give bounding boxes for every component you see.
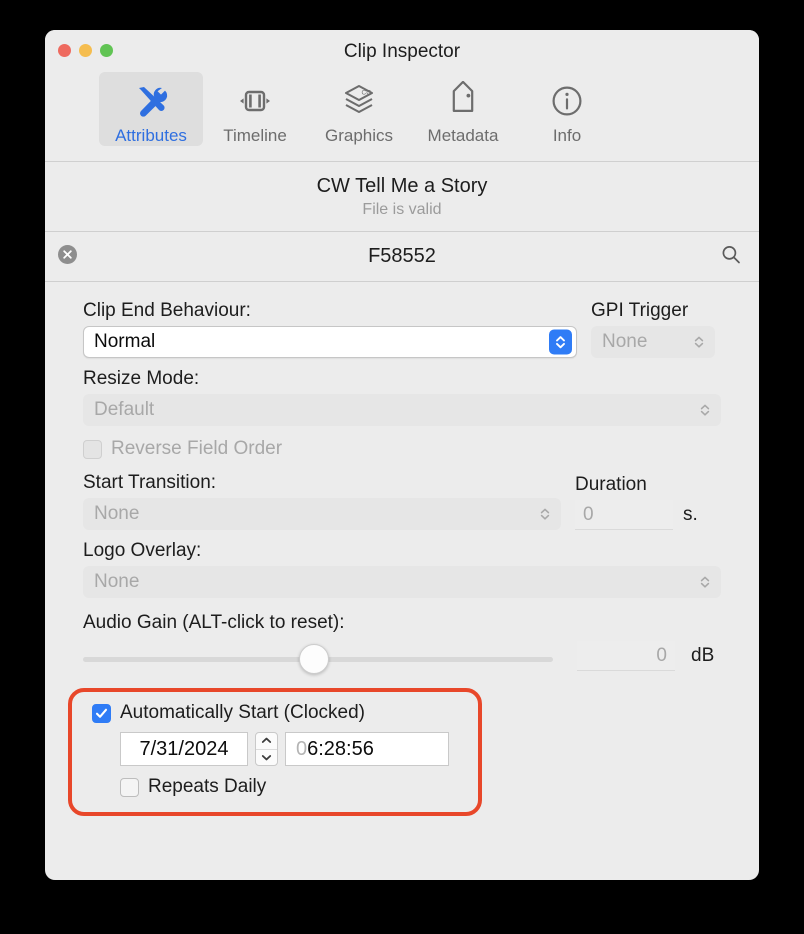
search-field-value[interactable]: F58552: [368, 245, 436, 268]
start-transition-label: Start Transition:: [83, 472, 217, 493]
gpi-trigger-value: None: [602, 331, 648, 352]
reverse-field-order-checkbox[interactable]: [83, 439, 102, 459]
clip-end-row: Clip End Behaviour: Normal GPI Trigger N…: [83, 300, 721, 358]
tab-timeline-label: Timeline: [223, 126, 287, 145]
repeats-daily-row[interactable]: Repeats Daily: [120, 776, 482, 798]
start-transition-row: Start Transition: None Duration 0 s.: [83, 472, 721, 530]
svg-text:CG: CG: [362, 90, 372, 97]
audio-gain-unit: dB: [691, 645, 715, 666]
duration-value: 0: [583, 503, 594, 525]
logo-overlay-label: Logo Overlay:: [83, 540, 202, 561]
tab-metadata-label: Metadata: [427, 126, 499, 145]
resize-mode-value: Default: [94, 399, 155, 420]
logo-overlay-row: Logo Overlay: None: [83, 540, 721, 598]
gpi-trigger-label: GPI Trigger: [591, 300, 689, 321]
window-titlebar: Clip Inspector: [45, 30, 759, 72]
tag-icon: [443, 78, 483, 124]
chevron-updown-icon: [540, 507, 550, 521]
start-transition-select[interactable]: None: [83, 498, 561, 530]
resize-mode-row: Resize Mode: Default: [83, 368, 721, 426]
stepper-up-icon[interactable]: [256, 733, 277, 750]
clip-header: CW Tell Me a Story File is valid: [45, 162, 759, 232]
window-title: Clip Inspector: [343, 41, 461, 62]
clip-name: CW Tell Me a Story: [316, 174, 488, 197]
clip-end-behaviour-value: Normal: [94, 331, 156, 352]
chevron-updown-icon: [700, 403, 710, 417]
inspector-toolbar: Attributes Timeline CG Graphics Metadata…: [45, 72, 759, 162]
info-circle-icon: [547, 78, 587, 124]
timeline-clip-icon: [235, 78, 275, 124]
stepper-down-icon[interactable]: [256, 750, 277, 766]
start-date-field[interactable]: 7/31/2024: [120, 732, 248, 766]
tab-attributes-label: Attributes: [115, 126, 187, 145]
slider-thumb[interactable]: [299, 644, 329, 674]
tab-info-label: Info: [552, 126, 582, 145]
gpi-trigger-select[interactable]: None: [591, 326, 715, 358]
tools-icon: [131, 78, 171, 124]
start-time-field[interactable]: 0 6:28:56: [285, 732, 449, 766]
reverse-field-order-row[interactable]: Reverse Field Order: [83, 438, 721, 460]
search-row: F58552: [45, 232, 759, 282]
automatically-start-row[interactable]: Automatically Start (Clocked): [92, 702, 482, 724]
audio-gain-slider[interactable]: [83, 644, 561, 674]
tab-metadata[interactable]: Metadata: [411, 72, 515, 146]
audio-gain-field[interactable]: 0: [577, 641, 675, 671]
clip-end-behaviour-select[interactable]: Normal: [83, 326, 577, 358]
cg-layers-icon: CG: [339, 78, 379, 124]
resize-mode-select[interactable]: Default: [83, 394, 721, 426]
tab-timeline[interactable]: Timeline: [203, 72, 307, 146]
logo-overlay-select[interactable]: None: [83, 566, 721, 598]
clip-inspector-window: Clip Inspector Attributes Timeline CG Gr…: [45, 30, 759, 880]
chevron-updown-icon: [694, 335, 704, 349]
date-stepper[interactable]: [255, 732, 278, 766]
start-date-value: 7/31/2024: [139, 737, 229, 760]
tab-graphics-label: Graphics: [324, 126, 394, 145]
automatically-start-checkbox[interactable]: [92, 703, 111, 723]
chevron-updown-icon: [549, 329, 572, 355]
search-icon[interactable]: [721, 244, 741, 269]
logo-overlay-value: None: [94, 571, 140, 592]
tab-attributes[interactable]: Attributes: [99, 72, 203, 146]
audio-gain-label: Audio Gain (ALT-click to reset):: [83, 612, 345, 633]
clip-end-behaviour-label: Clip End Behaviour:: [83, 300, 251, 321]
clear-circle-icon[interactable]: [58, 244, 77, 269]
duration-label: Duration: [575, 474, 647, 495]
audio-gain-row: Audio Gain (ALT-click to reset): 0 dB: [83, 612, 721, 674]
resize-mode-label: Resize Mode:: [83, 368, 200, 389]
automatically-start-group: Automatically Start (Clocked) 7/31/2024: [92, 702, 482, 798]
tab-graphics[interactable]: CG Graphics: [307, 72, 411, 146]
audio-gain-value: 0: [656, 644, 667, 666]
start-transition-value: None: [94, 503, 140, 524]
reverse-field-order-label: Reverse Field Order: [111, 438, 283, 459]
automatically-start-label: Automatically Start (Clocked): [120, 702, 365, 723]
chevron-updown-icon: [700, 575, 710, 589]
repeats-daily-checkbox[interactable]: [120, 777, 139, 797]
repeats-daily-label: Repeats Daily: [148, 776, 267, 797]
start-time-value: 6:28:56: [307, 737, 374, 760]
start-time-leading-zero: 0: [296, 737, 308, 760]
clip-status: File is valid: [362, 200, 442, 218]
duration-unit: s.: [683, 504, 698, 525]
schedule-fields: 7/31/2024 0 6:28:56: [120, 732, 482, 766]
duration-field[interactable]: 0: [575, 500, 673, 530]
attributes-form: Clip End Behaviour: Normal GPI Trigger N…: [45, 282, 759, 816]
tab-info[interactable]: Info: [515, 72, 619, 146]
